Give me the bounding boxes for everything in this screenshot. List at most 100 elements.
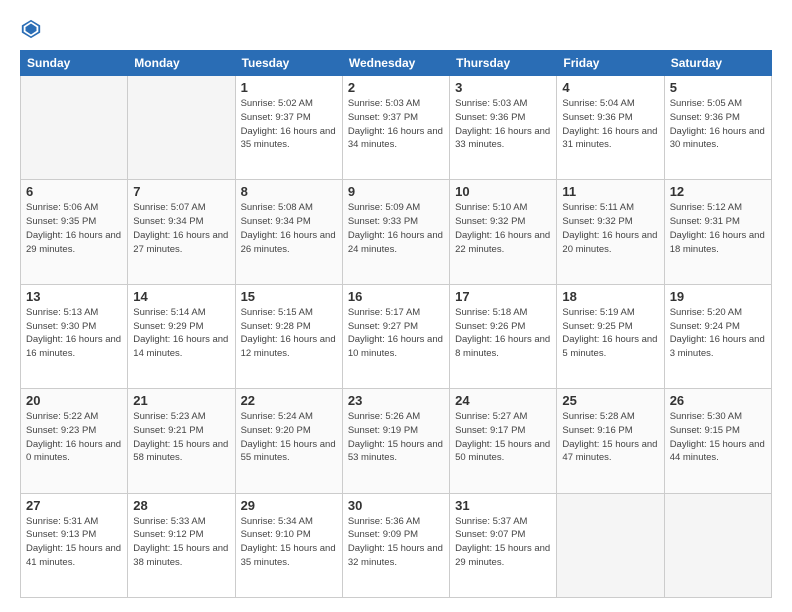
- calendar-cell: 16 Sunrise: 5:17 AM Sunset: 9:27 PM Dayli…: [342, 284, 449, 388]
- calendar-cell: 29 Sunrise: 5:34 AM Sunset: 9:10 PM Dayli…: [235, 493, 342, 597]
- calendar-cell: 9 Sunrise: 5:09 AM Sunset: 9:33 PM Daylig…: [342, 180, 449, 284]
- header: [20, 18, 772, 40]
- day-number: 10: [455, 184, 551, 199]
- calendar-cell: 7 Sunrise: 5:07 AM Sunset: 9:34 PM Daylig…: [128, 180, 235, 284]
- calendar-cell: 5 Sunrise: 5:05 AM Sunset: 9:36 PM Daylig…: [664, 76, 771, 180]
- calendar-cell: 17Sunrise: 5:18 AM Sunset: 9:26 PM Dayli…: [450, 284, 557, 388]
- day-number: 29: [241, 498, 337, 513]
- page: SundayMondayTuesdayWednesdayThursdayFrid…: [0, 0, 792, 612]
- calendar-header-thursday: Thursday: [450, 51, 557, 76]
- calendar-cell: 19 Sunrise: 5:20 AM Sunset: 9:24 PM Dayli…: [664, 284, 771, 388]
- calendar-cell: 26 Sunrise: 5:30 AM Sunset: 9:15 PM Dayli…: [664, 389, 771, 493]
- day-number: 31: [455, 498, 551, 513]
- day-info: Sunrise: 5:37 AM Sunset: 9:07 PM Dayligh…: [455, 515, 551, 570]
- calendar-cell: 11 Sunrise: 5:11 AM Sunset: 9:32 PM Dayli…: [557, 180, 664, 284]
- day-number: 25: [562, 393, 658, 408]
- day-number: 5: [670, 80, 766, 95]
- calendar-table: SundayMondayTuesdayWednesdayThursdayFrid…: [20, 50, 772, 598]
- day-number: 30: [348, 498, 444, 513]
- calendar-cell: 2 Sunrise: 5:03 AM Sunset: 9:37 PM Daylig…: [342, 76, 449, 180]
- calendar-cell: [664, 493, 771, 597]
- calendar-cell: 28Sunrise: 5:33 AM Sunset: 9:12 PM Dayli…: [128, 493, 235, 597]
- day-number: 12: [670, 184, 766, 199]
- calendar-header-friday: Friday: [557, 51, 664, 76]
- day-number: 9: [348, 184, 444, 199]
- day-info: Sunrise: 5:10 AM Sunset: 9:32 PM Dayligh…: [455, 201, 551, 256]
- calendar-cell: 14 Sunrise: 5:14 AM Sunset: 9:29 PM Dayli…: [128, 284, 235, 388]
- calendar-week-3: 13 Sunrise: 5:13 AM Sunset: 9:30 PM Dayli…: [21, 284, 772, 388]
- calendar-week-4: 20 Sunrise: 5:22 AM Sunset: 9:23 PM Dayli…: [21, 389, 772, 493]
- day-info: Sunrise: 5:03 AM Sunset: 9:37 PM Dayligh…: [348, 97, 444, 152]
- logo: [20, 18, 46, 40]
- day-info: Sunrise: 5:08 AM Sunset: 9:34 PM Dayligh…: [241, 201, 337, 256]
- calendar-cell: 3Sunrise: 5:03 AM Sunset: 9:36 PM Daylig…: [450, 76, 557, 180]
- calendar-cell: 8 Sunrise: 5:08 AM Sunset: 9:34 PM Daylig…: [235, 180, 342, 284]
- day-info: Sunrise: 5:06 AM Sunset: 9:35 PM Dayligh…: [26, 201, 122, 256]
- day-info: Sunrise: 5:36 AM Sunset: 9:09 PM Dayligh…: [348, 515, 444, 570]
- day-info: Sunrise: 5:28 AM Sunset: 9:16 PM Dayligh…: [562, 410, 658, 465]
- calendar-week-1: 1 Sunrise: 5:02 AM Sunset: 9:37 PM Daylig…: [21, 76, 772, 180]
- day-info: Sunrise: 5:20 AM Sunset: 9:24 PM Dayligh…: [670, 306, 766, 361]
- calendar-cell: [21, 76, 128, 180]
- day-number: 19: [670, 289, 766, 304]
- day-number: 16: [348, 289, 444, 304]
- calendar-cell: 24Sunrise: 5:27 AM Sunset: 9:17 PM Dayli…: [450, 389, 557, 493]
- calendar-cell: 20 Sunrise: 5:22 AM Sunset: 9:23 PM Dayli…: [21, 389, 128, 493]
- day-info: Sunrise: 5:11 AM Sunset: 9:32 PM Dayligh…: [562, 201, 658, 256]
- calendar-cell: 1 Sunrise: 5:02 AM Sunset: 9:37 PM Daylig…: [235, 76, 342, 180]
- calendar-cell: [128, 76, 235, 180]
- day-number: 8: [241, 184, 337, 199]
- day-number: 15: [241, 289, 337, 304]
- day-info: Sunrise: 5:15 AM Sunset: 9:28 PM Dayligh…: [241, 306, 337, 361]
- day-number: 18: [562, 289, 658, 304]
- day-info: Sunrise: 5:34 AM Sunset: 9:10 PM Dayligh…: [241, 515, 337, 570]
- day-info: Sunrise: 5:02 AM Sunset: 9:37 PM Dayligh…: [241, 97, 337, 152]
- day-number: 23: [348, 393, 444, 408]
- day-info: Sunrise: 5:14 AM Sunset: 9:29 PM Dayligh…: [133, 306, 229, 361]
- calendar-header-saturday: Saturday: [664, 51, 771, 76]
- day-number: 3: [455, 80, 551, 95]
- calendar-cell: 21 Sunrise: 5:23 AM Sunset: 9:21 PM Dayli…: [128, 389, 235, 493]
- calendar-cell: 27Sunrise: 5:31 AM Sunset: 9:13 PM Dayli…: [21, 493, 128, 597]
- day-number: 4: [562, 80, 658, 95]
- day-info: Sunrise: 5:26 AM Sunset: 9:19 PM Dayligh…: [348, 410, 444, 465]
- day-number: 7: [133, 184, 229, 199]
- day-number: 6: [26, 184, 122, 199]
- day-number: 2: [348, 80, 444, 95]
- day-number: 22: [241, 393, 337, 408]
- day-number: 13: [26, 289, 122, 304]
- day-info: Sunrise: 5:23 AM Sunset: 9:21 PM Dayligh…: [133, 410, 229, 465]
- calendar-cell: 25 Sunrise: 5:28 AM Sunset: 9:16 PM Dayli…: [557, 389, 664, 493]
- day-info: Sunrise: 5:13 AM Sunset: 9:30 PM Dayligh…: [26, 306, 122, 361]
- calendar-header-monday: Monday: [128, 51, 235, 76]
- calendar-week-5: 27Sunrise: 5:31 AM Sunset: 9:13 PM Dayli…: [21, 493, 772, 597]
- day-number: 1: [241, 80, 337, 95]
- day-info: Sunrise: 5:24 AM Sunset: 9:20 PM Dayligh…: [241, 410, 337, 465]
- day-number: 20: [26, 393, 122, 408]
- calendar-cell: 31 Sunrise: 5:37 AM Sunset: 9:07 PM Dayli…: [450, 493, 557, 597]
- calendar-cell: 22 Sunrise: 5:24 AM Sunset: 9:20 PM Dayli…: [235, 389, 342, 493]
- calendar-cell: [557, 493, 664, 597]
- calendar-header-sunday: Sunday: [21, 51, 128, 76]
- calendar-cell: 13 Sunrise: 5:13 AM Sunset: 9:30 PM Dayli…: [21, 284, 128, 388]
- calendar-header-wednesday: Wednesday: [342, 51, 449, 76]
- day-number: 14: [133, 289, 229, 304]
- day-info: Sunrise: 5:09 AM Sunset: 9:33 PM Dayligh…: [348, 201, 444, 256]
- day-info: Sunrise: 5:22 AM Sunset: 9:23 PM Dayligh…: [26, 410, 122, 465]
- calendar-week-2: 6 Sunrise: 5:06 AM Sunset: 9:35 PM Daylig…: [21, 180, 772, 284]
- day-info: Sunrise: 5:19 AM Sunset: 9:25 PM Dayligh…: [562, 306, 658, 361]
- day-info: Sunrise: 5:27 AM Sunset: 9:17 PM Dayligh…: [455, 410, 551, 465]
- day-info: Sunrise: 5:07 AM Sunset: 9:34 PM Dayligh…: [133, 201, 229, 256]
- calendar-cell: 15 Sunrise: 5:15 AM Sunset: 9:28 PM Dayli…: [235, 284, 342, 388]
- day-number: 21: [133, 393, 229, 408]
- calendar-cell: 12 Sunrise: 5:12 AM Sunset: 9:31 PM Dayli…: [664, 180, 771, 284]
- day-number: 28: [133, 498, 229, 513]
- calendar-cell: 6 Sunrise: 5:06 AM Sunset: 9:35 PM Daylig…: [21, 180, 128, 284]
- day-info: Sunrise: 5:05 AM Sunset: 9:36 PM Dayligh…: [670, 97, 766, 152]
- day-info: Sunrise: 5:30 AM Sunset: 9:15 PM Dayligh…: [670, 410, 766, 465]
- day-info: Sunrise: 5:12 AM Sunset: 9:31 PM Dayligh…: [670, 201, 766, 256]
- day-number: 27: [26, 498, 122, 513]
- day-number: 11: [562, 184, 658, 199]
- day-number: 26: [670, 393, 766, 408]
- day-info: Sunrise: 5:17 AM Sunset: 9:27 PM Dayligh…: [348, 306, 444, 361]
